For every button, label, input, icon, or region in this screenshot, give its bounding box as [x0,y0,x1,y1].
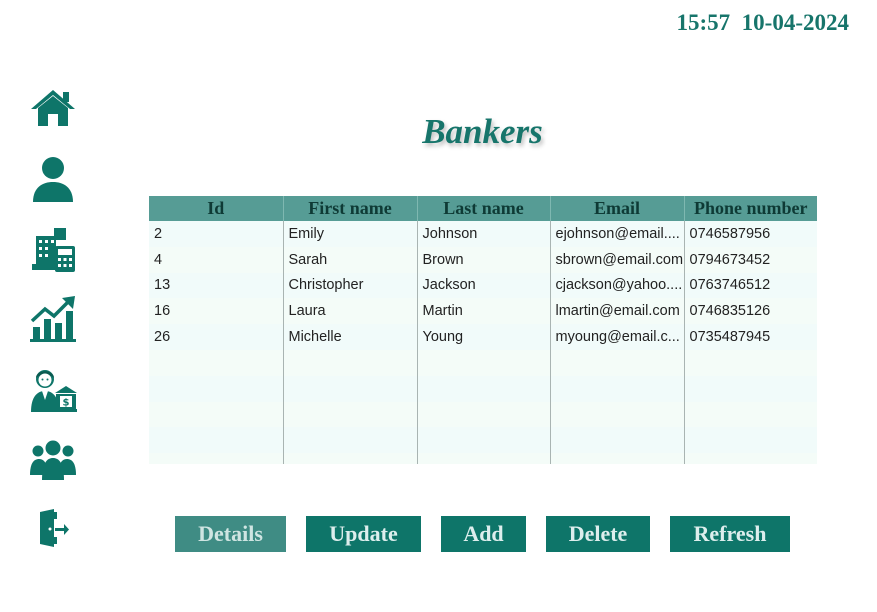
empty-cell [550,453,685,464]
table-row[interactable]: 13 Christopher Jackson cjackson@yahoo.... 07… [149,272,817,299]
cell-id: 2 [149,221,284,247]
cell-email: sbrown@email.com [550,246,685,273]
table-body: 2 Emily Johnson ejohnson@email.... 074658795… [149,221,817,464]
empty-cell [283,453,418,464]
empty-cell [684,350,817,376]
cell-last-name: Brown [417,246,551,273]
empty-cell [283,375,418,402]
clock: 15:57 10-04-2024 [677,10,850,36]
empty-cell [550,349,685,376]
column-header-phone-number[interactable]: Phone number [684,196,817,221]
group-icon [30,440,76,480]
nav-finance[interactable] [26,225,80,273]
cell-email: ejohnson@email.... [550,221,685,247]
empty-cell [417,453,551,464]
growth-chart-icon [30,296,76,342]
empty-cell [550,427,685,454]
empty-cell [417,349,551,376]
column-header-first-name[interactable]: First name [283,196,418,221]
cell-phone-number: 0746587956 [689,225,771,242]
cell-phone-number: 0763746512 [689,277,771,294]
delete-button[interactable]: Delete [546,516,650,552]
cell-last-name: Martin [417,298,551,325]
cell-phone-number: 0794673452 [689,251,771,268]
add-button[interactable]: Add [441,516,526,552]
nav-statistics[interactable] [26,295,80,343]
empty-cell [283,401,418,428]
table-row[interactable]: 16 Laura Martin lmartin@email.com 0746835126 [149,298,817,325]
page-title: Bankers [422,112,543,151]
cell-phone-number: 0735487945 [689,329,771,346]
svg-text:$: $ [63,398,70,409]
cell-last-name: Young [417,324,551,350]
empty-cell [684,427,817,453]
cell-last-name: Johnson [417,221,551,247]
cell-first-name: Christopher [283,272,418,299]
cell-first-name: Michelle [283,324,418,350]
empty-cell [417,401,551,428]
empty-cell [684,376,817,402]
bankers-table[interactable]: Id First name Last name Email Phone number 2… [149,196,817,464]
sidebar: $ [26,0,82,612]
nav-clients[interactable] [26,436,80,484]
details-button[interactable]: Details [175,516,286,552]
table-header: Id First name Last name Email Phone number [149,196,817,221]
nav-profile[interactable] [26,155,80,203]
empty-cell [550,401,685,428]
empty-cell [417,375,551,402]
empty-cell [149,349,284,376]
nav-bankers[interactable]: $ [26,366,80,414]
empty-cell [283,349,418,376]
user-icon [33,157,73,202]
cell-email: cjackson@yahoo.... [550,272,685,299]
cell-id: 4 [149,246,284,273]
cell-email: myoung@email.c... [550,324,685,350]
cell-phone-number: 0746835126 [689,303,771,320]
refresh-button[interactable]: Refresh [670,516,790,552]
empty-table-row [149,375,817,402]
empty-cell [684,453,817,464]
cell-id: 16 [149,298,284,325]
empty-cell [283,427,418,454]
date-text: 10-04-2024 [741,10,849,35]
empty-cell [684,402,817,428]
empty-cell [149,427,284,454]
cell-last-name: Jackson [417,272,551,299]
banker-icon: $ [31,370,77,412]
empty-table-row [149,427,817,454]
column-header-id[interactable]: Id [149,196,284,221]
empty-cell [149,401,284,428]
nav-logout[interactable] [26,504,80,552]
empty-table-row [149,453,817,464]
column-header-last-name[interactable]: Last name [417,196,551,221]
column-header-email[interactable]: Email [550,196,685,221]
empty-cell [149,453,284,464]
cell-id: 13 [149,272,284,299]
empty-table-row [149,349,817,376]
empty-cell [149,375,284,402]
cell-first-name: Sarah [283,246,418,273]
cell-id: 26 [149,324,284,350]
update-button[interactable]: Update [306,516,421,552]
empty-cell [417,427,551,454]
empty-table-row [149,401,817,428]
table-row[interactable]: 4 Sarah Brown sbrown@email.com 0794673452 [149,246,817,273]
table-row[interactable]: 26 Michelle Young myoung@email.c... 07354879… [149,324,817,350]
cell-email: lmartin@email.com [550,298,685,325]
empty-cell [550,375,685,402]
time-text: 15:57 [676,10,731,35]
logout-icon [40,509,69,547]
cell-first-name: Laura [283,298,418,325]
cell-first-name: Emily [283,221,418,247]
bank-calculator-icon [32,228,75,272]
table-row[interactable]: 2 Emily Johnson ejohnson@email.... 074658795… [149,221,817,247]
